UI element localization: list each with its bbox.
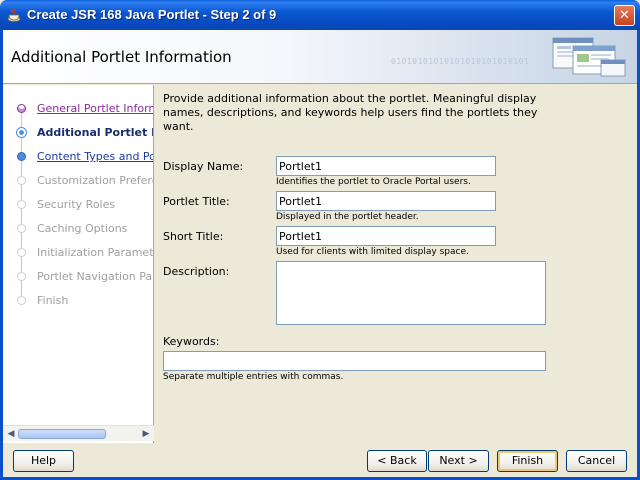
step-finish: Finish: [3, 291, 153, 311]
step-disabled-icon: [17, 248, 26, 257]
step-general-portlet-information[interactable]: General Portlet Informati: [3, 99, 153, 119]
display-name-hint: Identifies the portlet to Oracle Portal …: [276, 177, 471, 187]
step-disabled-icon: [17, 224, 26, 233]
java-cup-icon: [7, 8, 21, 22]
step-label: General Portlet Informati: [37, 102, 153, 115]
scroll-left-arrow-icon[interactable]: ◀: [5, 428, 17, 440]
step-label: Caching Options: [37, 222, 128, 235]
display-name-field[interactable]: Portlet1: [276, 156, 496, 176]
step-additional-portlet-information[interactable]: Additional Portlet Inf: [3, 123, 153, 143]
help-button[interactable]: Help: [13, 450, 74, 472]
keywords-hint: Separate multiple entries with commas.: [163, 372, 344, 382]
step-label: Additional Portlet Inf: [37, 126, 153, 139]
step-visited-icon: [17, 104, 26, 113]
keywords-label: Keywords:: [163, 335, 220, 348]
header-binary-decoration: 01010101010101010101010101: [391, 57, 530, 66]
portlet-title-hint: Displayed in the portlet header.: [276, 212, 419, 222]
main-content: Provide additional information about the…: [155, 85, 637, 443]
step-current-icon: [16, 127, 27, 138]
finish-button[interactable]: Finish: [497, 450, 558, 472]
title-bar: Create JSR 168 Java Portlet - Step 2 of …: [0, 0, 640, 30]
step-initialization-parameters: Initialization Parameters: [3, 243, 154, 263]
intro-text: Provide additional information about the…: [163, 92, 538, 133]
description-textarea[interactable]: [276, 261, 546, 325]
step-label: Initialization Parameters: [37, 246, 154, 259]
step-security-roles: Security Roles: [3, 195, 153, 215]
portlet-title-label: Portlet Title:: [163, 195, 230, 208]
step-disabled-icon: [17, 296, 26, 305]
wizard-banner-graphic: [552, 37, 626, 77]
step-available-icon: [17, 152, 26, 161]
description-label: Description:: [163, 265, 230, 278]
close-icon: ✕: [619, 8, 630, 23]
step-content-types[interactable]: Content Types and Port: [3, 147, 154, 167]
wizard-header: Additional Portlet Information 010101010…: [3, 30, 637, 84]
scroll-right-arrow-icon[interactable]: ▶: [140, 428, 152, 440]
wizard-steps-panel: General Portlet Informati Additional Por…: [3, 85, 154, 443]
step-disabled-icon: [17, 176, 26, 185]
step-label: Portlet Navigation Paran: [37, 270, 153, 283]
step-label: Finish: [37, 294, 69, 307]
step-disabled-icon: [17, 272, 26, 281]
step-label: Customization Preferenc: [37, 174, 153, 187]
page-title: Additional Portlet Information: [11, 48, 232, 66]
short-title-label: Short Title:: [163, 230, 224, 243]
portlet-title-field[interactable]: Portlet1: [276, 191, 496, 211]
display-name-label: Display Name:: [163, 160, 244, 173]
short-title-hint: Used for clients with limited display sp…: [276, 247, 469, 257]
scrollbar-thumb[interactable]: [18, 429, 106, 439]
step-label: Security Roles: [37, 198, 116, 211]
back-button[interactable]: < Back: [367, 450, 427, 472]
step-portlet-navigation-parameters: Portlet Navigation Paran: [3, 267, 153, 287]
cancel-button[interactable]: Cancel: [566, 450, 627, 472]
close-button[interactable]: ✕: [614, 5, 635, 26]
short-title-field[interactable]: Portlet1: [276, 226, 496, 246]
steps-horizontal-scrollbar[interactable]: ◀ ▶: [3, 425, 154, 441]
keywords-field[interactable]: [163, 351, 546, 371]
next-button[interactable]: Next >: [428, 450, 489, 472]
step-label: Content Types and Port: [37, 150, 154, 163]
step-caching-options: Caching Options: [3, 219, 153, 239]
step-customization-preferences: Customization Preferenc: [3, 171, 153, 191]
step-disabled-icon: [17, 200, 26, 209]
window-title: Create JSR 168 Java Portlet - Step 2 of …: [27, 7, 277, 22]
